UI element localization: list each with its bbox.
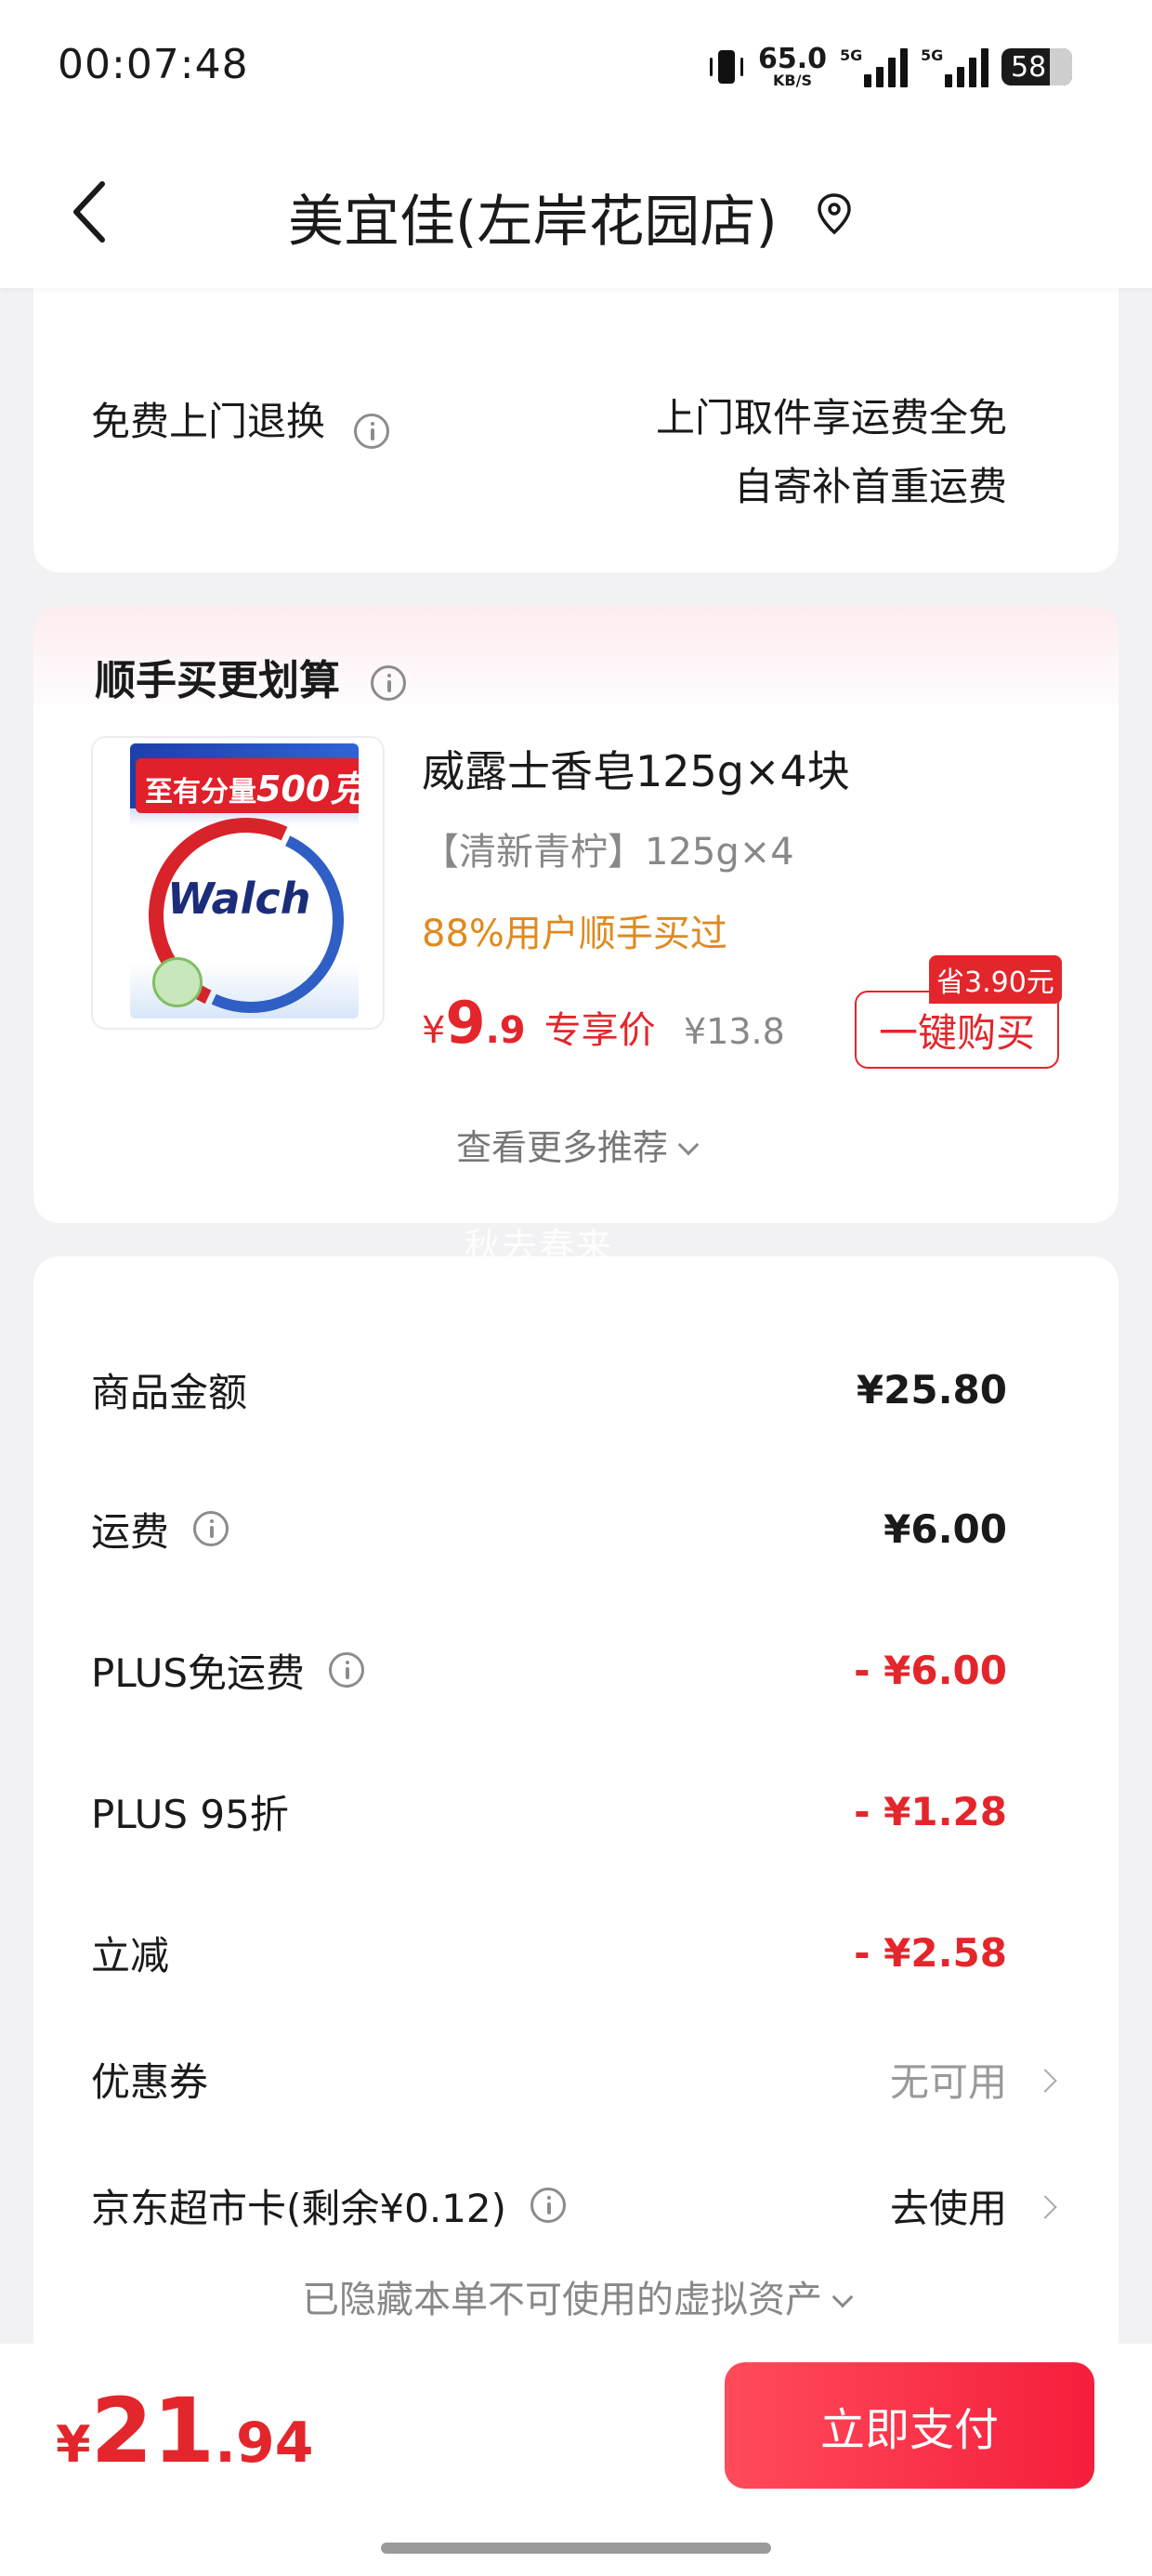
store-title[interactable]: 美宜佳(左岸花园店) [288, 177, 778, 257]
hidden-assets-label: 已隐藏本单不可使用的虚拟资产 [302, 2279, 822, 2321]
delivery-card: 收货方式 送货上门 免费上门退换 上门取件享运费全免 自寄补首重运费 [33, 260, 1119, 572]
bundle-card: 顺手买更划算 至有分量500克 Walch 威露士香皂125g×4块 【清新青柠… [33, 606, 1119, 1223]
fee-value: - ¥6.00 [854, 1647, 1007, 1693]
fee-label: 优惠券 [91, 2058, 209, 2105]
watermark: 秋去春来 [465, 1226, 614, 1267]
info-icon[interactable] [371, 665, 407, 701]
chevron-left-icon [73, 181, 105, 243]
home-indicator[interactable] [381, 2543, 771, 2554]
brand-logo: Walch [167, 874, 311, 924]
fee-label: 立减 [91, 1932, 170, 1978]
signal-icon-1: 5G [840, 46, 908, 87]
info-icon[interactable] [354, 413, 390, 449]
fee-row-shipping: 运费 ¥6.00 [91, 1496, 1007, 1561]
chevron-down-icon [677, 1134, 700, 1156]
vibrate-icon [708, 46, 745, 87]
network-speed-unit: KB/S [773, 72, 812, 89]
info-icon[interactable] [530, 2188, 567, 2223]
promo-text: 至有分量 [145, 776, 256, 808]
fee-label: 京东超市卡(剩余¥0.12) [91, 2185, 507, 2231]
supermarket-card-row[interactable]: 京东超市卡(剩余¥0.12) 去使用 [91, 2173, 1007, 2238]
status-time: 00:07:48 [58, 41, 249, 88]
battery-icon: 58 [1001, 48, 1072, 85]
promo-label: 至有分量500克 [136, 758, 359, 813]
fee-label: PLUS免运费 [91, 1649, 306, 1696]
free-return-label: 免费上门退换 [91, 399, 326, 444]
status-indicators: 65.0 KB/S 5G 5G 58 [708, 41, 1072, 93]
fee-label-wrap: PLUS免运费 [91, 1642, 365, 1699]
fee-row-plus-discount: PLUS 95折 - ¥1.28 [91, 1779, 1007, 1844]
more-recommendations-link[interactable]: 查看更多推荐 [33, 1119, 1119, 1170]
fee-label-wrap: 运费 [91, 1501, 229, 1557]
back-button[interactable] [65, 175, 121, 249]
price-decimal: .9 [485, 1009, 526, 1052]
fee-label-wrap: 京东超市卡(剩余¥0.12) [91, 2177, 567, 2234]
info-icon[interactable] [193, 1511, 229, 1546]
chevron-down-icon [831, 2286, 854, 2308]
fee-row-goods: 商品金额 ¥25.80 [91, 1357, 1007, 1422]
bundle-title-row: 顺手买更划算 [95, 647, 407, 706]
fee-value: - ¥2.58 [854, 1929, 1007, 1976]
save-badge: 省3.90元 [929, 955, 1062, 1004]
price-tag: 专享价 [543, 1009, 656, 1052]
free-return-row: 免费上门退换 [91, 390, 390, 449]
product-image[interactable]: 至有分量500克 Walch [91, 736, 385, 1030]
fee-value: 无可用 [889, 2058, 1007, 2105]
fee-label: PLUS 95折 [91, 1791, 289, 1837]
fee-label: 运费 [91, 1508, 170, 1555]
total-symbol: ¥ [56, 2415, 91, 2474]
chevron-right-icon [1033, 2069, 1057, 2093]
fee-summary-card: 商品金额 ¥25.80 运费 ¥6.00 PLUS免运费 - ¥6.00 PLU… [33, 1256, 1119, 2372]
fee-label: 商品金额 [91, 1369, 248, 1415]
network-speed: 65.0 KB/S [758, 46, 827, 88]
product-name[interactable]: 威露士香皂125g×4块 [422, 738, 850, 799]
fee-value: ¥6.00 [884, 1505, 1007, 1552]
coupon-row[interactable]: 优惠券 无可用 [91, 2046, 1007, 2111]
price-integer: 9 [445, 989, 486, 1057]
price-symbol: ¥ [422, 1009, 446, 1052]
total-price: ¥21.94 [56, 2379, 313, 2483]
signal-icon-2: 5G [921, 46, 988, 87]
fee-value: ¥25.80 [856, 1366, 1007, 1413]
info-icon[interactable] [329, 1652, 365, 1688]
network-speed-value: 65.0 [757, 43, 827, 75]
chevron-right-icon [1033, 2195, 1057, 2219]
social-proof: 88%用户顺手买过 [422, 913, 727, 955]
product-badge-icon [152, 957, 203, 1007]
signal-1-label: 5G [840, 46, 863, 64]
free-return-detail-2: 自寄补首重运费 [733, 464, 1007, 509]
bundle-title: 顺手买更划算 [95, 657, 340, 704]
total-integer: 21 [90, 2379, 216, 2483]
original-price: ¥13.8 [684, 1011, 785, 1052]
fee-value: 去使用 [889, 2185, 1007, 2231]
fee-row-plus-free-shipping: PLUS免运费 - ¥6.00 [91, 1637, 1007, 1702]
product-price: ¥9.9 专享价 [422, 989, 656, 1057]
fee-row-instant-discount: 立减 - ¥2.58 [91, 1920, 1007, 1985]
total-decimal: .94 [215, 2411, 314, 2476]
free-return-detail-1: 上门取件享运费全免 [655, 395, 1007, 440]
status-bar: 00:07:48 65.0 KB/S 5G 5G 58 [0, 0, 1152, 139]
hidden-assets-link[interactable]: 已隐藏本单不可使用的虚拟资产 [33, 2269, 1119, 2323]
battery-level: 58 [1011, 50, 1047, 84]
location-pin-icon[interactable] [816, 191, 853, 236]
product-spec: 【清新青柠】125g×4 [422, 831, 794, 874]
nav-header: 美宜佳(左岸花园店) [0, 139, 1152, 288]
promo-big: 500克 [256, 769, 359, 809]
pay-now-button[interactable]: 立即支付 [725, 2362, 1094, 2489]
soap-box-graphic: 至有分量500克 Walch [130, 743, 359, 1019]
signal-2-label: 5G [921, 46, 944, 64]
fee-value: - ¥1.28 [854, 1788, 1007, 1834]
checkout-bar: ¥21.94 立即支付 [0, 2344, 1152, 2576]
more-recommendations-label: 查看更多推荐 [455, 1127, 668, 1168]
